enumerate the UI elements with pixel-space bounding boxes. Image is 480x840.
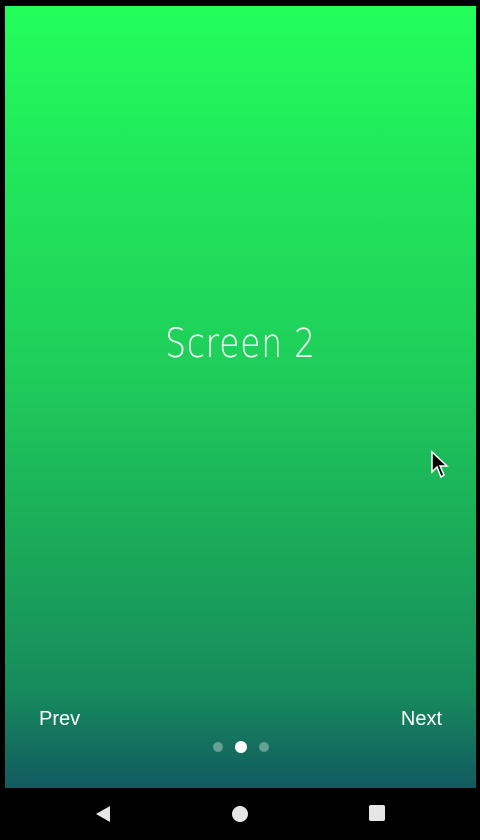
back-icon[interactable]	[94, 804, 112, 828]
page-indicator	[5, 741, 476, 753]
page-dot-1[interactable]	[212, 742, 223, 752]
page-dot-2-active[interactable]	[234, 741, 247, 753]
recent-apps-icon[interactable]	[368, 804, 386, 826]
system-navigation-bar	[0, 788, 480, 840]
phone-device: Screen 2 Prev Next	[0, 0, 480, 840]
onboarding-screen: Screen 2 Prev Next	[5, 6, 476, 788]
home-icon[interactable]	[230, 804, 250, 828]
screen-title: Screen 2	[165, 321, 316, 367]
mouse-cursor-icon	[430, 450, 450, 484]
next-button[interactable]: Next	[401, 708, 442, 731]
page-dot-3[interactable]	[258, 742, 269, 752]
prev-button[interactable]: Prev	[39, 708, 80, 731]
